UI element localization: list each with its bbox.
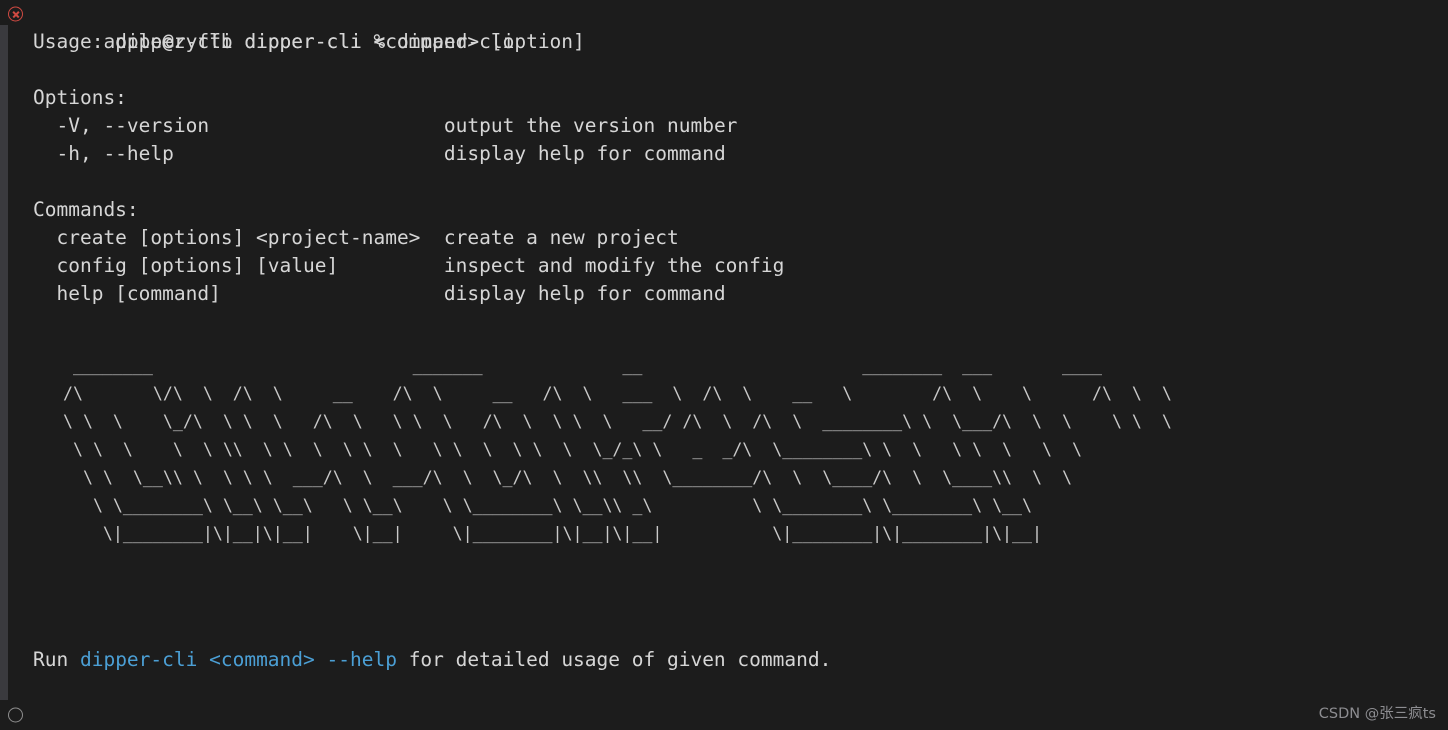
terminal-window[interactable]: apple@zyffb dipper-cli % dipper-cli Usag… [0, 0, 1448, 730]
command-signature: help [command] [33, 282, 221, 305]
command-signature: create [options] <project-name> [33, 226, 421, 249]
hint-command: dipper-cli <command> --help [79, 648, 397, 671]
ascii-art-banner: ________ _______ __ ________ ___ ____ /\… [62, 356, 1172, 543]
error-circle-x-icon [8, 6, 23, 22]
commands-heading: Commands: [33, 198, 139, 221]
option-description: output the version number [443, 114, 738, 137]
option-flags: -V, --version [33, 114, 210, 137]
option-description: display help for command [443, 142, 726, 165]
command-row-config: config [options] [value] inspect and mod… [0, 252, 1448, 280]
command-pad [221, 282, 444, 305]
hint-prefix: Run [33, 648, 80, 671]
terminal-scrollback: apple@zyffb dipper-cli % dipper-cli Usag… [0, 0, 1448, 308]
option-pad [209, 114, 444, 137]
command-description: inspect and modify the config [443, 254, 785, 277]
option-flags: -h, --help [33, 142, 174, 165]
command-description: create a new project [443, 226, 679, 249]
options-heading: Options: [33, 86, 127, 109]
entered-command: dipper-cli [396, 30, 515, 53]
idle-circle-icon [8, 707, 23, 723]
spacer-line-2 [0, 168, 1448, 196]
spacer-line-1 [0, 56, 1448, 84]
command-signature: config [options] [value] [33, 254, 339, 277]
option-row-version: -V, --version output the version number [0, 112, 1448, 140]
prompt-text: apple@zyffb dipper-cli % [103, 30, 397, 53]
command-pad [420, 226, 443, 249]
command-prompt-line: apple@zyffb dipper-cli % dipper-cli [0, 0, 1448, 53]
active-prompt-line[interactable]: apple@zyffb dipper-cli % [0, 701, 1448, 729]
hint-suffix: for detailed usage of given command. [396, 648, 832, 671]
watermark: CSDN @张三疯ts [1318, 706, 1436, 722]
command-description: display help for command [443, 282, 726, 305]
option-pad [174, 142, 444, 165]
command-row-create: create [options] <project-name> create a… [0, 224, 1448, 252]
command-pad [338, 254, 444, 277]
usage-hint-line: Run dipper-cli <command> --help for deta… [33, 646, 831, 674]
command-row-help: help [command] display help for command [0, 280, 1448, 308]
option-row-help: -h, --help display help for command [0, 140, 1448, 168]
